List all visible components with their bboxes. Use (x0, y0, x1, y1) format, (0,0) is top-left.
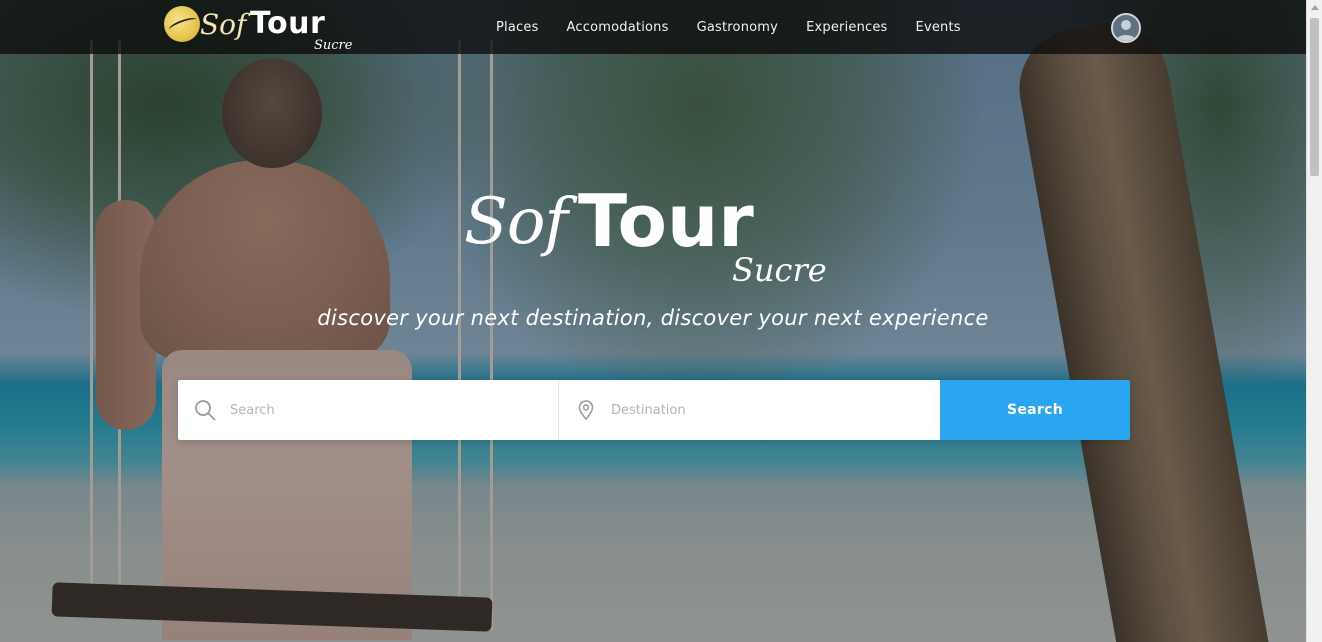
brand-sub-text: Sucre (314, 38, 353, 53)
search-field[interactable] (178, 380, 559, 440)
hero-logo-sof: Sof (464, 185, 568, 259)
search-button[interactable]: Search (940, 380, 1130, 440)
nav-item-experiences[interactable]: Experiences (792, 20, 901, 35)
search-input[interactable] (228, 401, 532, 419)
hero-logo: Sof Tour Sucre (462, 179, 842, 295)
hero-tagline: discover your next destination, discover… (317, 306, 989, 330)
brand-tour-text: Tour (250, 6, 326, 41)
nav-item-accomodations[interactable]: Accomodations (553, 20, 683, 35)
hero-logo-sub: Sucre (732, 251, 827, 289)
map-pin-icon (578, 400, 594, 421)
nav-item-events[interactable]: Events (902, 20, 975, 35)
main-nav: Places Accomodations Gastronomy Experien… (482, 0, 975, 54)
hero-logo-tour: Tour (578, 179, 754, 263)
search-icon (195, 400, 216, 421)
destination-input[interactable] (609, 401, 913, 419)
scrollbar-thumb[interactable] (1310, 18, 1319, 176)
top-navbar: Sof Tour Sucre Places Accomodations Gast… (0, 0, 1306, 54)
nav-item-gastronomy[interactable]: Gastronomy (683, 20, 792, 35)
destination-field[interactable] (559, 380, 940, 440)
brand-logo[interactable]: Sof Tour Sucre (164, 2, 364, 54)
user-avatar-icon[interactable] (1111, 13, 1141, 43)
search-form: Search (178, 380, 1130, 440)
scroll-up-arrow-icon[interactable] (1311, 5, 1319, 10)
brand-sof-text: Sof (200, 8, 247, 41)
page-scrollbar[interactable] (1306, 0, 1322, 642)
globe-logo-icon (164, 6, 200, 42)
nav-item-places[interactable]: Places (482, 20, 553, 35)
